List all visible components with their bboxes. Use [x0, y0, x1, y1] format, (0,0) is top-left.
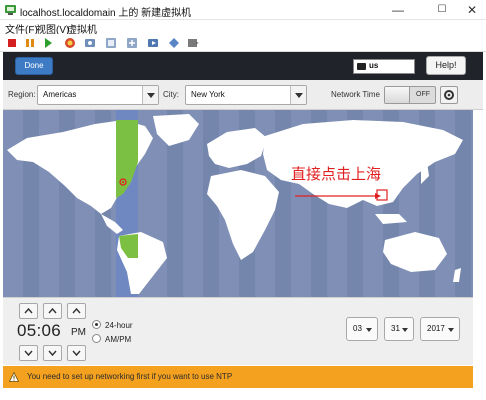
ntp-settings-button[interactable]	[440, 86, 458, 104]
chevron-down-icon	[48, 350, 57, 357]
menu-bar: 文件(F) 视图(V) 虚拟机	[0, 20, 486, 36]
format-ampm-label: AM/PM	[105, 335, 132, 344]
location-selector-bar: Region: Americas City: New York Network …	[3, 80, 483, 110]
minute-down-button[interactable]	[43, 345, 62, 361]
format-24h-label: 24-hour	[105, 321, 133, 330]
meridiem-display: PM	[71, 327, 86, 338]
region-value: Americas	[43, 90, 77, 99]
month-value: 03	[353, 324, 362, 333]
snapshot-icon[interactable]	[83, 36, 97, 50]
region-combo[interactable]: Americas	[37, 85, 159, 105]
switch-state: OFF	[416, 91, 430, 98]
chevron-down-icon	[366, 328, 372, 332]
hour-down-button[interactable]	[19, 345, 38, 361]
send-keys-icon[interactable]	[146, 36, 160, 50]
gear-icon	[444, 90, 454, 100]
spoke-header: Done us Help!	[3, 52, 483, 80]
year-value: 2017	[427, 324, 445, 333]
chevron-down-icon	[448, 328, 454, 332]
snapshot-manager-icon[interactable]	[104, 36, 118, 50]
virt-manager-icon	[5, 5, 16, 15]
window-title: localhost.localdomain 上的 新建虚拟机	[20, 8, 192, 19]
close-button[interactable]: ✕	[458, 0, 486, 20]
timezone-map[interactable]: 直接点击上海	[3, 110, 473, 297]
region-label: Region:	[8, 90, 36, 99]
keyboard-icon	[357, 63, 366, 70]
world-map-svg	[7, 110, 471, 297]
done-button[interactable]: Done	[15, 57, 53, 75]
maximize-button[interactable]: ☐	[428, 0, 456, 20]
chevron-up-icon	[72, 307, 81, 314]
window-titlebar: localhost.localdomain 上的 新建虚拟机 — ☐ ✕	[0, 0, 486, 20]
chevron-down-icon	[142, 86, 158, 104]
play-icon[interactable]	[41, 36, 55, 50]
fullscreen-icon[interactable]	[167, 36, 181, 50]
vm-toolbar	[0, 34, 486, 52]
stop-icon[interactable]	[5, 36, 19, 50]
datetime-controls: 05:06 PM 24-hour AM/PM 03 31 2017	[3, 297, 473, 365]
chevron-down-icon	[290, 86, 306, 104]
format-ampm-radio[interactable]	[92, 334, 101, 343]
chevron-down-icon	[24, 350, 33, 357]
chevron-up-icon	[24, 307, 33, 314]
minimize-button[interactable]: —	[384, 0, 412, 20]
minute-up-button[interactable]	[43, 303, 62, 319]
restart-icon[interactable]	[63, 36, 77, 50]
meridiem-down-button[interactable]	[67, 345, 86, 361]
network-time-label: Network Time	[331, 90, 380, 99]
ntp-warning-bar: You need to set up networking first if y…	[3, 366, 473, 388]
help-button[interactable]: Help!	[426, 56, 466, 75]
chevron-down-icon	[402, 328, 408, 332]
day-combo[interactable]: 31	[384, 317, 414, 341]
format-24h-radio[interactable]	[92, 320, 101, 329]
year-combo[interactable]: 2017	[420, 317, 460, 341]
day-value: 31	[391, 324, 400, 333]
month-combo[interactable]: 03	[346, 317, 378, 341]
console-icon[interactable]	[186, 36, 200, 50]
hour-up-button[interactable]	[19, 303, 38, 319]
pause-icon[interactable]	[23, 36, 37, 50]
city-combo[interactable]: New York	[185, 85, 307, 105]
warning-icon	[9, 372, 19, 382]
city-label: City:	[163, 90, 179, 99]
switch-knob	[385, 87, 410, 103]
network-time-switch[interactable]: OFF	[384, 86, 436, 104]
time-display: 05:06	[17, 321, 62, 340]
map-annotation: 直接点击上海	[291, 165, 382, 183]
ntp-warning-text: You need to set up networking first if y…	[27, 372, 233, 381]
keyboard-layout-label: us	[369, 61, 379, 70]
city-value: New York	[191, 90, 225, 99]
chevron-up-icon	[48, 307, 57, 314]
meridiem-up-button[interactable]	[67, 303, 86, 319]
chevron-down-icon	[72, 350, 81, 357]
snapshot-revert-icon[interactable]	[125, 36, 139, 50]
guest-display: Done us Help! Region: Americas City: New…	[3, 52, 483, 396]
keyboard-layout-indicator[interactable]: us	[353, 59, 415, 74]
